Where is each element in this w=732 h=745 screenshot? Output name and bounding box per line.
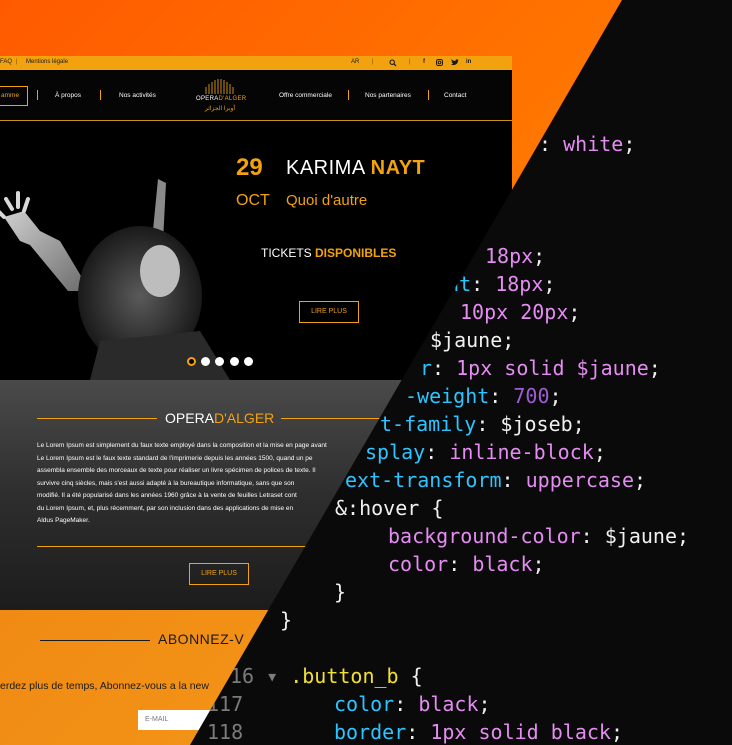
nav-item-commercial[interactable]: Offre commerciale <box>279 92 332 99</box>
code-line: splay: inline-block; <box>365 440 606 464</box>
performer-photo <box>0 179 230 380</box>
linkedin-icon[interactable]: in <box>466 59 471 65</box>
nav-item-contact[interactable]: Contact <box>444 92 466 99</box>
code-line: r: 1px solid $jaune; <box>420 356 661 380</box>
newsletter-heading: ABONNEZ-V <box>158 631 245 647</box>
top-bar: FAQ | Mentions légale AR | | f in <box>0 56 512 70</box>
about-read-more-button[interactable]: LIRE PLUS <box>189 563 249 585</box>
nav-item-partners[interactable]: Nos partenaires <box>365 92 411 99</box>
event-artist: KARIMA NAYT <box>286 157 426 179</box>
legal-link[interactable]: Mentions légale <box>26 59 68 65</box>
code-line: $jaune; <box>430 328 515 352</box>
main-navigation: amme À propos Nos activités OPERAD'ALGER… <box>0 70 512 121</box>
code-line: t-family: $joseb; <box>380 412 585 436</box>
code-line: border: 1px solid black; <box>334 720 624 744</box>
nav-item-about[interactable]: À propos <box>55 92 81 99</box>
code-line: -weight: 700; <box>405 384 562 408</box>
code-line: &:hover { <box>335 496 444 520</box>
language-link[interactable]: AR <box>351 59 359 65</box>
opera-logo[interactable]: OPERAD'ALGER أوبرا الجزائر <box>196 78 247 118</box>
nav-item-activities[interactable]: Nos activités <box>119 92 156 99</box>
nav-item-programme[interactable]: amme <box>0 86 28 106</box>
tickets-label: TICKETS DISPONIBLES <box>261 246 397 260</box>
slider-dots <box>187 357 257 367</box>
code-line: 18px; <box>485 244 546 268</box>
slider-dot-3[interactable] <box>215 357 224 366</box>
code-line: } <box>280 608 293 632</box>
about-paragraph: Le Lorem Ipsum est simplement du faux te… <box>37 442 327 524</box>
slider-dot-2[interactable] <box>201 357 210 366</box>
code-line: 16 ▾ .button_b { <box>230 664 423 688</box>
code-line: 10px 20px; <box>460 300 581 324</box>
code-line: background-color: $jaune; <box>388 524 690 548</box>
slider-dot-4[interactable] <box>230 357 239 366</box>
facebook-icon[interactable]: f <box>423 59 425 65</box>
twitter-icon[interactable] <box>451 59 459 66</box>
event-title: Quoi d'autre <box>286 192 368 209</box>
hero-read-more-button[interactable]: LIRE PLUS <box>299 301 359 323</box>
event-month: OCT <box>236 192 270 209</box>
logo-text: OPERAD'ALGER <box>196 96 247 102</box>
event-day: 29 <box>236 154 263 181</box>
faq-link[interactable]: FAQ <box>0 59 12 65</box>
code-line: color: black; <box>334 692 491 716</box>
slider-dot-1[interactable] <box>187 357 196 366</box>
code-line: } <box>334 580 347 604</box>
instagram-icon[interactable] <box>436 59 443 66</box>
code-line: 118 <box>207 720 244 744</box>
logo-arabic-text: أوبرا الجزائر <box>204 106 236 112</box>
newsletter-text: erdez plus de temps, Abonnez-vous a la n… <box>0 680 209 692</box>
code-line: ext-transform: uppercase; <box>345 468 647 492</box>
about-heading: OPERAD'ALGER <box>165 410 275 426</box>
slider-dot-5[interactable] <box>244 357 253 366</box>
opera-building-icon <box>205 79 234 94</box>
search-icon[interactable] <box>389 59 397 67</box>
code-line: color: black; <box>388 552 545 576</box>
